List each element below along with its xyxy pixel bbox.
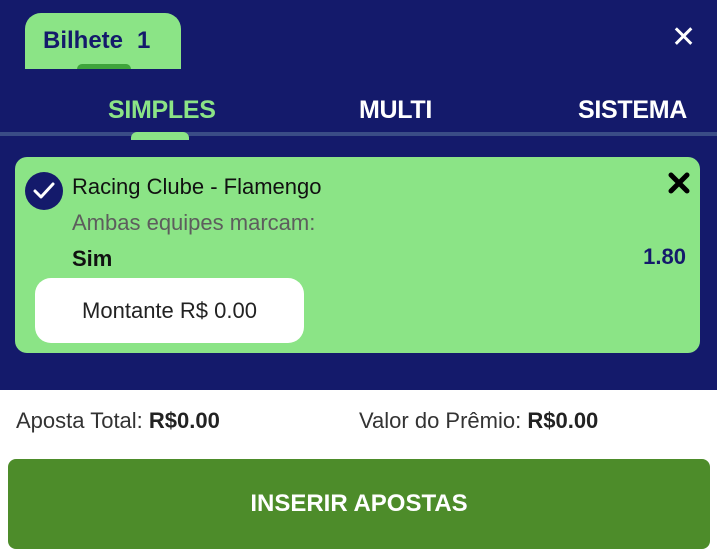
odds-value: 1.80 xyxy=(643,244,686,269)
remove-bet-icon[interactable] xyxy=(665,169,693,197)
check-icon[interactable] xyxy=(25,172,63,210)
market-name: Ambas equipes marcam: xyxy=(72,210,316,235)
prize-amount: R$0.00 xyxy=(527,408,599,433)
totals-bar: Aposta Total: R$0.00 Valor do Prêmio: R$… xyxy=(0,392,717,450)
bet-type-tabs: SIMPLES MULTI SISTEMA xyxy=(0,70,717,136)
selection-name: Sim xyxy=(72,246,113,271)
tab-sistema[interactable]: SISTEMA xyxy=(578,96,687,125)
close-icon[interactable]: ✕ xyxy=(671,23,696,53)
match-name: Racing Clube - Flamengo xyxy=(72,174,322,199)
ticket-tab[interactable]: Bilhete 1 xyxy=(25,13,181,69)
total-stake-label: Aposta Total: xyxy=(16,408,143,433)
tab-multi[interactable]: MULTI xyxy=(359,96,432,125)
bet-card: Racing Clube - Flamengo Ambas equipes ma… xyxy=(15,157,700,353)
prize-value: Valor do Prêmio: R$0.00 xyxy=(359,408,598,434)
ticket-drag-handle[interactable] xyxy=(77,64,131,69)
place-bets-button[interactable]: INSERIR APOSTAS xyxy=(8,459,710,549)
total-stake: Aposta Total: R$0.00 xyxy=(16,408,220,434)
ticket-count: 1 xyxy=(137,27,151,54)
stake-input[interactable]: Montante R$ 0.00 xyxy=(35,278,304,343)
ticket-label: Bilhete xyxy=(43,27,124,54)
tab-simples[interactable]: SIMPLES xyxy=(108,96,216,125)
prize-label: Valor do Prêmio: xyxy=(359,408,522,433)
tab-divider xyxy=(0,132,717,136)
betslip-header: Bilhete 1 ✕ SIMPLES MULTI SISTEMA Racing… xyxy=(0,0,717,390)
active-tab-indicator xyxy=(131,132,189,140)
total-stake-value: R$0.00 xyxy=(148,408,220,433)
